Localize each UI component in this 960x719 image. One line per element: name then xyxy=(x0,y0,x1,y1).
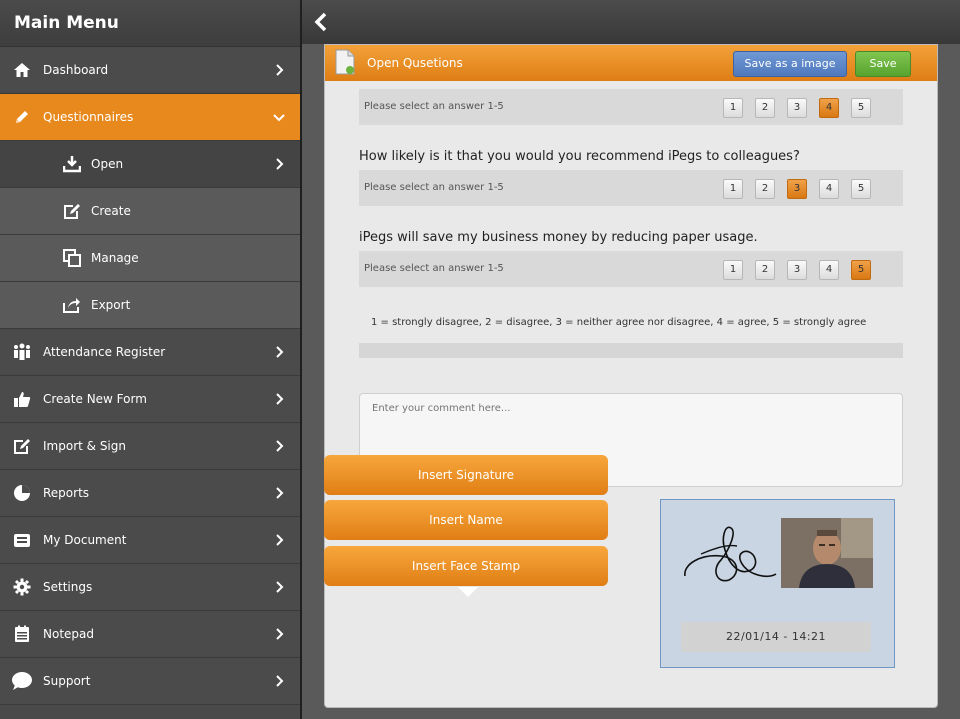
sidebar-subitem-manage[interactable]: Manage xyxy=(0,235,300,282)
answer-placeholder: Please select an answer 1-5 xyxy=(364,182,504,193)
sidebar-item-label: Create New Form xyxy=(43,392,147,406)
answer-option-5[interactable]: 5 xyxy=(851,98,871,118)
sidebar-item-questionnaires[interactable]: Questionnaires xyxy=(0,94,300,141)
answer-option-4[interactable]: 4 xyxy=(819,179,839,199)
sidebar-item-label: Export xyxy=(91,298,131,312)
sidebar-subitem-open[interactable]: Open xyxy=(0,141,300,188)
insert-popup-menu: Insert Signature Insert Name Insert Face… xyxy=(324,455,608,605)
rating-legend: 1 = strongly disagree, 2 = disagree, 3 =… xyxy=(371,317,867,328)
copy-icon xyxy=(61,247,83,269)
insert-signature-button[interactable]: Insert Signature xyxy=(324,455,608,495)
signature-box[interactable]: 22/01/14 - 14:21 xyxy=(660,499,895,668)
document-icon xyxy=(335,49,355,75)
answer-row: Please select an answer 1-5 1 2 3 4 5 xyxy=(359,170,903,206)
share-icon xyxy=(61,294,83,316)
sidebar-item-support[interactable]: Support xyxy=(0,658,300,705)
answer-option-4[interactable]: 4 xyxy=(819,260,839,280)
sidebar-item-attendance-register[interactable]: Attendance Register xyxy=(0,329,300,376)
chevron-right-icon xyxy=(276,393,284,405)
chevron-right-icon xyxy=(276,64,284,76)
sidebar-subitem-create[interactable]: Create xyxy=(0,188,300,235)
chevron-right-icon xyxy=(276,675,284,687)
edit-icon xyxy=(11,435,33,457)
chevron-right-icon xyxy=(276,581,284,593)
answer-option-2[interactable]: 2 xyxy=(755,179,775,199)
thumbs-up-icon xyxy=(11,388,33,410)
face-stamp-photo xyxy=(781,518,873,588)
chevron-right-icon xyxy=(276,158,284,170)
people-icon xyxy=(11,341,33,363)
sidebar-item-notepad[interactable]: Notepad xyxy=(0,611,300,658)
signature-timestamp: 22/01/14 - 14:21 xyxy=(681,622,871,652)
back-arrow-icon[interactable] xyxy=(314,12,328,32)
handwritten-signature xyxy=(684,526,777,582)
popup-pointer-arrow xyxy=(458,587,478,597)
answer-option-5[interactable]: 5 xyxy=(851,260,871,280)
chevron-right-icon xyxy=(276,346,284,358)
sidebar-item-label: Notepad xyxy=(43,627,94,641)
pencil-icon xyxy=(11,106,33,128)
question-text: iPegs will save my business money by red… xyxy=(359,230,758,245)
insert-face-stamp-button[interactable]: Insert Face Stamp xyxy=(324,546,608,586)
answer-option-3[interactable]: 3 xyxy=(787,98,807,118)
sidebar-item-label: Attendance Register xyxy=(43,345,166,359)
edit-icon xyxy=(61,200,83,222)
main-menu-title: Main Menu xyxy=(0,0,300,47)
question-text: How likely is it that you would you reco… xyxy=(359,149,800,164)
legend-divider-bar xyxy=(359,343,903,358)
answer-option-4[interactable]: 4 xyxy=(819,98,839,118)
chevron-right-icon xyxy=(276,440,284,452)
sidebar-item-settings[interactable]: Settings xyxy=(0,564,300,611)
insert-name-button[interactable]: Insert Name xyxy=(324,500,608,540)
sidebar-item-label: Create xyxy=(91,204,131,218)
chevron-right-icon xyxy=(276,487,284,499)
sidebar-item-create-new-form[interactable]: Create New Form xyxy=(0,376,300,423)
answer-placeholder: Please select an answer 1-5 xyxy=(364,263,504,274)
answer-option-1[interactable]: 1 xyxy=(723,98,743,118)
inbox-icon xyxy=(11,529,33,551)
save-as-image-button[interactable]: Save as a image xyxy=(733,51,847,77)
sidebar-item-my-document[interactable]: My Document xyxy=(0,517,300,564)
sidebar-item-label: Dashboard xyxy=(43,63,109,77)
answer-option-3[interactable]: 3 xyxy=(787,179,807,199)
answer-option-1[interactable]: 1 xyxy=(723,179,743,199)
answer-row: Please select an answer 1-5 1 2 3 4 5 xyxy=(359,89,903,125)
chevron-down-icon xyxy=(273,114,285,122)
chat-bubble-icon xyxy=(11,670,33,692)
sidebar-item-label: Support xyxy=(43,674,91,688)
sidebar-item-label: Questionnaires xyxy=(43,110,134,124)
gear-icon xyxy=(11,576,33,598)
sidebar-item-label: Manage xyxy=(91,251,139,265)
answer-option-2[interactable]: 2 xyxy=(755,98,775,118)
sidebar-item-dashboard[interactable]: Dashboard xyxy=(0,47,300,94)
sidebar-item-label: Settings xyxy=(43,580,93,594)
top-bar xyxy=(302,0,960,44)
answer-option-1[interactable]: 1 xyxy=(723,260,743,280)
answer-option-2[interactable]: 2 xyxy=(755,260,775,280)
answer-row: Please select an answer 1-5 1 2 3 4 5 xyxy=(359,251,903,287)
download-icon xyxy=(61,153,83,175)
panel-title: Open Qusetions xyxy=(367,56,463,70)
sidebar-item-label: Reports xyxy=(43,486,90,500)
pie-chart-icon xyxy=(11,482,33,504)
home-icon xyxy=(11,59,33,81)
sidebar-item-label: Open xyxy=(91,157,124,171)
chevron-right-icon xyxy=(276,534,284,546)
sidebar-item-reports[interactable]: Reports xyxy=(0,470,300,517)
save-button[interactable]: Save xyxy=(855,51,911,77)
answer-option-3[interactable]: 3 xyxy=(787,260,807,280)
answer-placeholder: Please select an answer 1-5 xyxy=(364,101,504,112)
panel-header: Open Qusetions Save as a image Save xyxy=(325,45,937,81)
sidebar-subitem-export[interactable]: Export xyxy=(0,282,300,329)
answer-option-5[interactable]: 5 xyxy=(851,179,871,199)
sidebar-item-import-sign[interactable]: Import & Sign xyxy=(0,423,300,470)
notepad-icon xyxy=(11,623,33,645)
sidebar: Main Menu Dashboard Questionnaires Open … xyxy=(0,0,300,719)
sidebar-item-label: Import & Sign xyxy=(43,439,126,453)
comment-input[interactable] xyxy=(370,402,874,415)
chevron-right-icon xyxy=(276,628,284,640)
sidebar-item-label: My Document xyxy=(43,533,127,547)
